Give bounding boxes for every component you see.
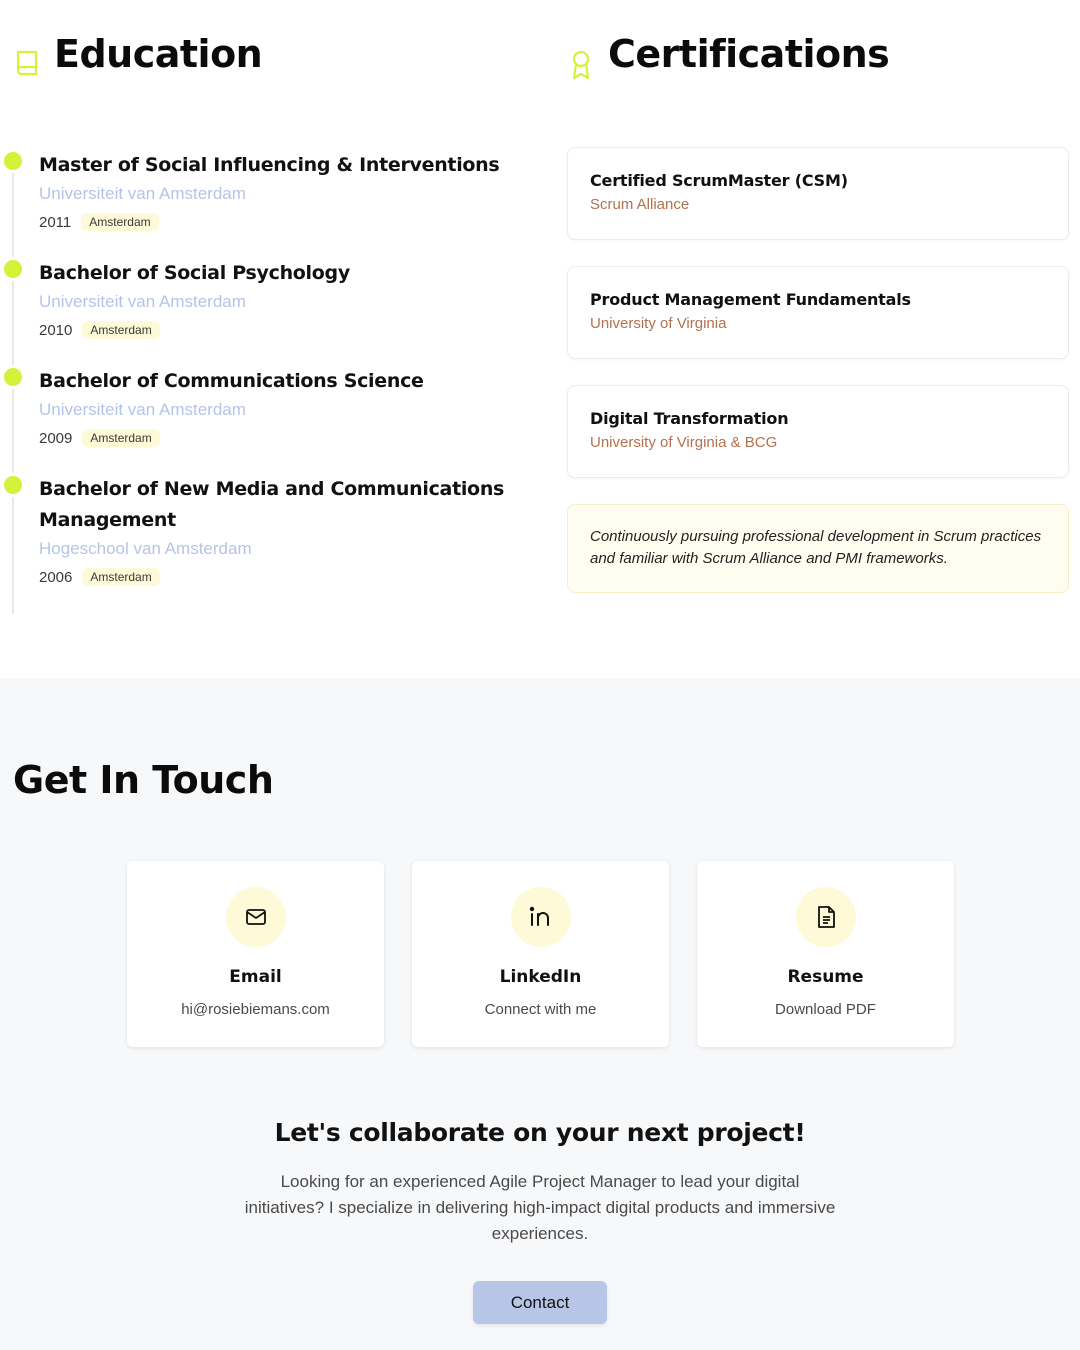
- book-icon: [14, 48, 40, 78]
- timeline-dot: [4, 260, 22, 278]
- resume-card-title: Resume: [787, 967, 864, 987]
- certification-title: Digital Transformation: [590, 409, 789, 428]
- location-badge: Amsterdam: [81, 213, 159, 231]
- certifications-heading: Certifications: [608, 32, 890, 76]
- certification-card: Digital Transformation University of Vir…: [567, 385, 1069, 478]
- education-item: Bachelor of Communications Science Unive…: [0, 366, 520, 484]
- certification-title: Certified ScrumMaster (CSM): [590, 171, 848, 190]
- timeline-dot: [4, 476, 22, 494]
- email-address: hi@rosiebiemans.com: [181, 1001, 330, 1018]
- education-item: Master of Social Influencing & Intervent…: [0, 150, 520, 268]
- degree-meta: 2006 Amsterdam: [39, 566, 520, 588]
- timeline-line: [12, 268, 14, 376]
- resume-card[interactable]: Resume Download PDF: [697, 861, 954, 1047]
- school-name: Hogeschool van Amsterdam: [39, 539, 252, 558]
- education-item: Bachelor of New Media and Communications…: [0, 474, 520, 614]
- timeline-dot: [4, 368, 22, 386]
- document-icon: [795, 887, 856, 947]
- qualifications-section: Education Certifications Master of Socia…: [0, 0, 1080, 678]
- school-name: Universiteit van Amsterdam: [39, 400, 246, 419]
- certification-title: Product Management Fundamentals: [590, 290, 911, 309]
- timeline-line: [12, 484, 14, 614]
- education-header: Education: [14, 30, 263, 79]
- certification-issuer: University of Virginia: [590, 315, 727, 332]
- education-item: Bachelor of Social Psychology Universite…: [0, 258, 520, 376]
- education-heading: Education: [54, 32, 263, 76]
- education-timeline: Master of Social Influencing & Intervent…: [0, 150, 520, 614]
- certifications-list: Certified ScrumMaster (CSM) Scrum Allian…: [567, 147, 1069, 593]
- location-badge: Amsterdam: [82, 568, 160, 586]
- degree-title: Bachelor of New Media and Communications…: [39, 478, 505, 531]
- linkedin-subtitle: Connect with me: [484, 1001, 597, 1018]
- certification-issuer: Scrum Alliance: [590, 196, 690, 213]
- degree-title: Bachelor of Communications Science: [39, 370, 424, 392]
- degree-year: 2011: [39, 213, 72, 231]
- linkedin-card-title: LinkedIn: [499, 967, 582, 987]
- timeline-line: [12, 376, 14, 484]
- email-card[interactable]: Email hi@rosiebiemans.com: [127, 861, 384, 1047]
- location-badge: Amsterdam: [82, 429, 160, 447]
- resume-subtitle: Download PDF: [775, 1001, 876, 1018]
- school-name: Universiteit van Amsterdam: [39, 184, 246, 203]
- linkedin-card[interactable]: LinkedIn Connect with me: [412, 861, 669, 1047]
- contact-button[interactable]: Contact: [473, 1281, 607, 1324]
- degree-title: Master of Social Influencing & Intervent…: [39, 154, 500, 176]
- degree-title: Bachelor of Social Psychology: [39, 262, 350, 284]
- certification-card: Certified ScrumMaster (CSM) Scrum Allian…: [567, 147, 1069, 240]
- certifications-header: Certifications: [568, 30, 890, 80]
- linkedin-icon: [510, 887, 571, 947]
- degree-meta: 2011 Amsterdam: [39, 211, 520, 233]
- contact-cards: Email hi@rosiebiemans.com LinkedIn Conne…: [127, 861, 954, 1047]
- contact-section: Get In Touch Email hi@rosiebiemans.com L…: [0, 678, 1080, 1350]
- timeline-dot: [4, 152, 22, 170]
- degree-year: 2010: [39, 321, 73, 339]
- certification-issuer: University of Virginia & BCG: [590, 434, 778, 451]
- timeline-line: [12, 160, 14, 268]
- collaborate-heading: Let's collaborate on your next project!: [274, 1118, 806, 1147]
- degree-year: 2006: [39, 568, 73, 586]
- mail-icon: [225, 887, 286, 947]
- award-icon: [568, 48, 594, 80]
- degree-year: 2009: [39, 429, 73, 447]
- location-badge: Amsterdam: [82, 321, 160, 339]
- collaborate-description: Looking for an experienced Agile Project…: [244, 1172, 836, 1243]
- degree-meta: 2010 Amsterdam: [39, 319, 520, 341]
- email-card-title: Email: [229, 967, 282, 987]
- degree-meta: 2009 Amsterdam: [39, 427, 520, 449]
- certification-note: Continuously pursuing professional devel…: [567, 504, 1069, 593]
- certification-card: Product Management Fundamentals Universi…: [567, 266, 1069, 359]
- contact-heading: Get In Touch: [13, 758, 274, 802]
- school-name: Universiteit van Amsterdam: [39, 292, 246, 311]
